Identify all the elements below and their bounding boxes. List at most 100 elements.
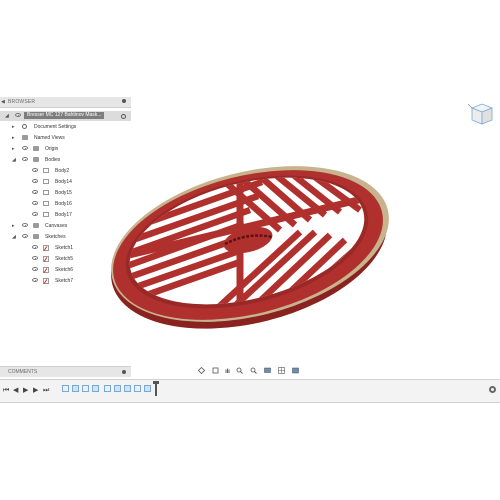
folder-icon <box>33 223 39 228</box>
body-icon <box>43 190 49 195</box>
chevron-down-icon[interactable]: ◢ <box>12 157 16 163</box>
tree-item-sketch1[interactable]: Sketch1 <box>0 243 131 253</box>
tree-label: Canvases <box>45 223 68 229</box>
collapse-icon[interactable]: ◀ <box>1 99 5 105</box>
folder-icon <box>33 234 39 239</box>
grid-settings-icon[interactable] <box>278 367 285 374</box>
timeline-extrude-feature[interactable] <box>72 385 79 392</box>
tree-item-body14[interactable]: Body14 <box>0 177 131 187</box>
zoom-icon[interactable] <box>236 367 243 374</box>
chevron-right-icon[interactable]: ▸ <box>12 135 15 141</box>
pin-icon[interactable] <box>122 99 126 103</box>
visibility-eye-icon[interactable] <box>22 146 28 150</box>
comments-panel[interactable]: COMMENTS <box>0 366 131 377</box>
visibility-eye-icon[interactable] <box>32 278 38 282</box>
tree-label: Sketch5 <box>55 256 74 262</box>
tree-root-label: Bresser MC 127 Bahtinov Mask... <box>24 112 105 119</box>
sketch-icon <box>43 256 49 262</box>
timeline-bar: ⏮ ◀ ▶ ▶ ⏭ <box>0 379 500 403</box>
chevron-right-icon[interactable]: ▸ <box>12 223 15 229</box>
display-settings-icon[interactable] <box>264 367 271 374</box>
chevron-right-icon[interactable]: ▸ <box>12 146 15 152</box>
tree-label: Sketch6 <box>55 267 74 273</box>
body-icon <box>43 212 49 217</box>
tree-label: Named Views <box>34 135 65 141</box>
tree-item-bodies[interactable]: ◢ Bodies <box>0 155 131 165</box>
step-forward-icon[interactable]: ▶ <box>33 387 38 394</box>
tree-root[interactable]: ◢ Bresser MC 127 Bahtinov Mask... <box>0 111 131 121</box>
timeline-extrude-feature[interactable] <box>144 385 151 392</box>
sketch-icon <box>43 245 49 251</box>
body-icon <box>43 179 49 184</box>
browser-title: BROWSER <box>8 99 36 105</box>
timeline-marker[interactable] <box>153 381 159 396</box>
visibility-eye-icon[interactable] <box>15 113 21 117</box>
tree-label: Document Settings <box>34 124 77 130</box>
tree-item-sketch5[interactable]: Sketch5 <box>0 254 131 264</box>
folder-icon <box>33 146 39 151</box>
go-to-start-icon[interactable]: ⏮ <box>3 387 9 394</box>
tree-item-body2[interactable]: Body2 <box>0 166 131 176</box>
visibility-eye-icon[interactable] <box>32 168 38 172</box>
timeline-extrude-feature[interactable] <box>124 385 131 392</box>
tree-label: Sketch1 <box>55 245 74 251</box>
visibility-eye-icon[interactable] <box>32 190 38 194</box>
browser-header[interactable]: ◀ BROWSER <box>0 97 131 108</box>
tree-label: Body17 <box>55 212 72 218</box>
sketch-icon <box>43 278 49 284</box>
folder-icon <box>33 157 39 162</box>
browser-panel: ◀ BROWSER ◢ Bresser MC 127 Bahtinov Mask… <box>0 97 131 286</box>
tree-item-origin[interactable]: ▸ Origin <box>0 144 131 154</box>
tree-item-sketch6[interactable]: Sketch6 <box>0 265 131 275</box>
tree-label: Origin <box>45 146 59 152</box>
gear-icon[interactable] <box>489 386 496 393</box>
tree-item-body15[interactable]: Body15 <box>0 188 131 198</box>
visibility-eye-icon[interactable] <box>32 267 38 271</box>
visibility-eye-icon[interactable] <box>22 234 28 238</box>
visibility-eye-icon[interactable] <box>22 223 28 227</box>
chevron-down-icon[interactable]: ◢ <box>12 234 16 240</box>
gear-icon <box>22 124 27 129</box>
tree-item-sketches[interactable]: ◢ Sketches <box>0 232 131 242</box>
timeline-sketch-feature[interactable] <box>82 385 89 392</box>
timeline-extrude-feature[interactable] <box>114 385 121 392</box>
add-comment-icon[interactable] <box>122 370 126 374</box>
tree-item-canvases[interactable]: ▸ Canvases <box>0 221 131 231</box>
body-icon <box>43 168 49 173</box>
visibility-eye-icon[interactable] <box>32 256 38 260</box>
visibility-eye-icon[interactable] <box>32 212 38 216</box>
tree-item-sketch7[interactable]: Sketch7 <box>0 276 131 286</box>
tree-label: Body16 <box>55 201 72 207</box>
chevron-down-icon[interactable]: ◢ <box>5 113 9 119</box>
tree-label: Body15 <box>55 190 72 196</box>
active-component-icon[interactable] <box>121 114 126 119</box>
timeline-sketch-feature[interactable] <box>62 385 69 392</box>
viewports-icon[interactable] <box>292 367 299 374</box>
comments-title: COMMENTS <box>8 369 38 375</box>
visibility-eye-icon[interactable] <box>32 201 38 205</box>
pan-icon[interactable] <box>224 367 231 374</box>
timeline-sketch-feature[interactable] <box>104 385 111 392</box>
chevron-right-icon[interactable]: ▸ <box>12 124 15 130</box>
fit-icon[interactable] <box>250 367 257 374</box>
orbit-icon[interactable] <box>198 367 205 374</box>
timeline-sketch-feature[interactable] <box>134 385 141 392</box>
body-icon <box>43 201 49 206</box>
tree-label: Body14 <box>55 179 72 185</box>
look-at-icon[interactable] <box>212 367 219 374</box>
visibility-eye-icon[interactable] <box>22 157 28 161</box>
tree-item-body17[interactable]: Body17 <box>0 210 131 220</box>
go-to-end-icon[interactable]: ⏭ <box>43 387 49 394</box>
tree-label: Sketches <box>45 234 66 240</box>
navigation-toolbar <box>196 365 304 377</box>
folder-icon <box>22 135 28 140</box>
timeline-extrude-feature[interactable] <box>92 385 99 392</box>
visibility-eye-icon[interactable] <box>32 245 38 249</box>
tree-item-document-settings[interactable]: ▸ Document Settings <box>0 122 131 132</box>
viewcube-icon[interactable] <box>462 100 496 134</box>
step-back-icon[interactable]: ◀ <box>13 387 18 394</box>
tree-item-body16[interactable]: Body16 <box>0 199 131 209</box>
play-icon[interactable]: ▶ <box>23 387 28 394</box>
visibility-eye-icon[interactable] <box>32 179 38 183</box>
tree-item-named-views[interactable]: ▸ Named Views <box>0 133 131 143</box>
